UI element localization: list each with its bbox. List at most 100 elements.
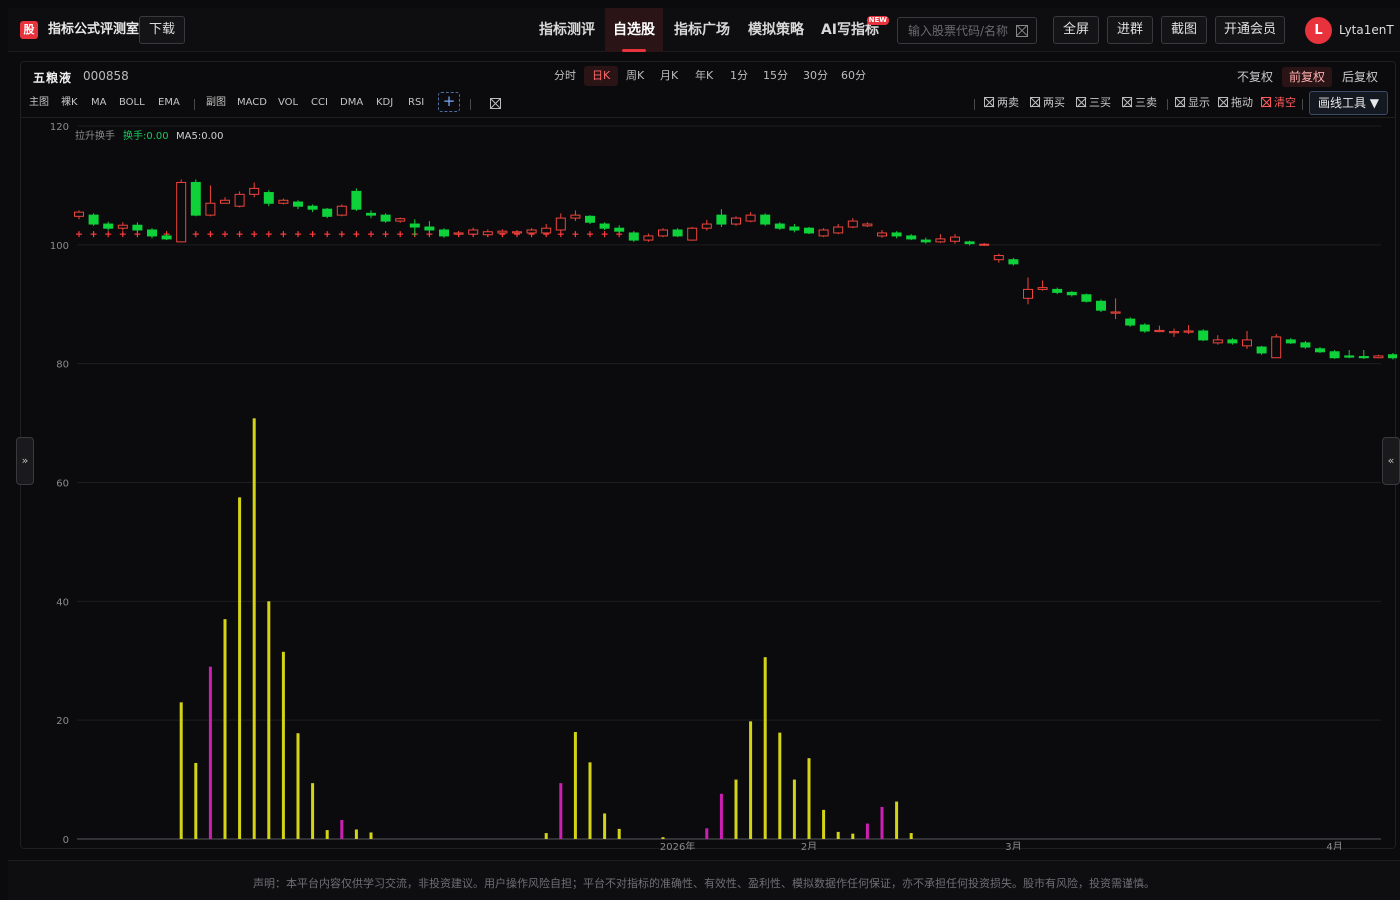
legend-turnover: 换手:0.00: [123, 131, 169, 142]
vip-button[interactable]: 开通会员: [1215, 16, 1285, 44]
candle-body: [555, 217, 566, 231]
candle-body: [132, 224, 143, 231]
indicator-vol[interactable]: VOL: [278, 96, 298, 110]
adjust-none[interactable]: 不复权: [1230, 67, 1280, 87]
candle-body: [701, 223, 712, 229]
candle-body: [1110, 311, 1121, 314]
volume-bar: [909, 833, 913, 839]
candle-body: [570, 214, 581, 219]
indicator-macd[interactable]: MACD: [237, 96, 267, 110]
volume-bar: [238, 497, 242, 839]
period-yearly[interactable]: 年K: [687, 66, 721, 86]
adjust-backward[interactable]: 后复权: [1335, 67, 1385, 87]
chevrons-left-icon: «: [1387, 454, 1395, 467]
volume-bar: [267, 601, 271, 839]
volume-bar: [603, 813, 607, 839]
checkbox-icon: [1122, 97, 1132, 107]
nav-label: 指标测评: [539, 22, 595, 38]
volume-bar: [194, 762, 198, 839]
period-monthly[interactable]: 月K: [652, 66, 686, 86]
indicator-ma[interactable]: MA: [91, 96, 106, 110]
search-input[interactable]: [898, 18, 1016, 43]
fullscreen-button[interactable]: 全屏: [1053, 16, 1099, 44]
tool-three-buy[interactable]: 三买: [1076, 96, 1111, 110]
candle-body: [1256, 346, 1267, 354]
tool-show[interactable]: 显示: [1175, 96, 1210, 110]
indicator-rsi[interactable]: RSI: [408, 96, 424, 110]
candle-body: [497, 230, 508, 234]
tool-two-sell[interactable]: 两卖: [984, 96, 1019, 110]
candle-body: [336, 205, 347, 216]
nav-indicator-review[interactable]: 指标测评: [530, 8, 604, 52]
period-60min[interactable]: 60分: [833, 66, 874, 86]
checkbox-icon: [1261, 97, 1271, 107]
stock-name: 五粮液: [33, 71, 73, 85]
indicator-kdj[interactable]: KDJ: [376, 96, 393, 110]
nav-indicator-square[interactable]: 指标广场: [670, 8, 734, 52]
candle-body: [234, 193, 245, 207]
join-group-button[interactable]: 进群: [1107, 16, 1153, 44]
chart-svg[interactable]: 0 20 40 60 80 100 120 2026年 2月 3月 4月: [21, 118, 1398, 853]
tool-label: 清空: [1274, 96, 1296, 109]
volume-bar: [208, 666, 212, 839]
divider: [1302, 99, 1303, 110]
period-daily[interactable]: 日K: [584, 66, 619, 86]
indicator-naked-k[interactable]: 裸K: [61, 96, 78, 110]
candle-body: [293, 201, 303, 207]
period-15min[interactable]: 15分: [755, 66, 796, 86]
candle-body: [1212, 339, 1223, 344]
legend-ma5: MA5:0.00: [176, 131, 224, 142]
volume-bar: [778, 732, 782, 839]
indicator-boll[interactable]: BOLL: [119, 96, 145, 110]
period-1min[interactable]: 1分: [722, 66, 756, 86]
draw-tools-dropdown[interactable]: 画线工具 ▼: [1309, 91, 1388, 115]
candle-body: [687, 227, 698, 241]
expand-left-panel[interactable]: »: [16, 437, 34, 485]
tool-two-buy[interactable]: 两买: [1030, 96, 1065, 110]
candle-body: [599, 223, 610, 229]
period-weekly[interactable]: 周K: [618, 66, 652, 86]
screenshot-button[interactable]: 截图: [1161, 16, 1207, 44]
candle-body: [1227, 339, 1238, 344]
expand-right-panel[interactable]: «: [1382, 437, 1400, 485]
tool-three-sell[interactable]: 三卖: [1122, 96, 1157, 110]
tool-drag[interactable]: 拖动: [1218, 96, 1253, 110]
candle-body: [103, 223, 114, 229]
username[interactable]: Lyta1enT: [1339, 21, 1394, 39]
period-30min[interactable]: 30分: [795, 66, 836, 86]
avatar[interactable]: L: [1305, 17, 1332, 44]
nav-sim-strategy[interactable]: 模拟策略: [744, 8, 808, 52]
tool-clear[interactable]: 清空: [1261, 96, 1296, 110]
volume-bar: [792, 779, 796, 839]
candle-body: [409, 223, 420, 228]
adjust-forward[interactable]: 前复权: [1282, 67, 1333, 87]
main-chart-label: 主图: [29, 97, 49, 108]
volume-bar: [223, 619, 227, 839]
download-button[interactable]: 下载: [139, 16, 185, 44]
indicator-dma[interactable]: DMA: [340, 96, 363, 110]
indicator-ema[interactable]: EMA: [158, 96, 180, 110]
clear-search-icon[interactable]: [1016, 25, 1028, 37]
candle-body: [979, 243, 990, 246]
indicator-toolbar: 主图 裸K MA BOLL EMA 副图 MACD VOL CCI DMA KD…: [21, 90, 1395, 118]
close-indicator-icon[interactable]: [490, 98, 501, 109]
candle-body: [877, 232, 887, 237]
volume-bar: [880, 806, 884, 839]
candle-body: [526, 229, 537, 234]
volume-bar: [822, 809, 826, 839]
app-title: 指标公式评测室: [48, 22, 140, 37]
add-indicator-button[interactable]: +: [438, 92, 460, 112]
volume-bar: [807, 758, 811, 839]
volume-bar: [734, 779, 738, 839]
volume-bar: [296, 733, 300, 839]
candle-body: [935, 238, 946, 243]
tool-label: 拖动: [1231, 96, 1253, 109]
period-intraday[interactable]: 分时: [546, 66, 584, 86]
nav-ai-indicator[interactable]: AI写指标 NEW: [820, 8, 889, 52]
x-tick-label: 4月: [1326, 841, 1342, 850]
stock-code: 000858: [83, 69, 129, 83]
nav-watchlist[interactable]: 自选股: [605, 8, 663, 52]
volume-bar: [705, 828, 709, 839]
kline-chart[interactable]: 0 20 40 60 80 100 120 2026年 2月 3月 4月 拉升换手 换手:0.00 …: [21, 118, 1398, 853]
indicator-cci[interactable]: CCI: [311, 96, 328, 110]
